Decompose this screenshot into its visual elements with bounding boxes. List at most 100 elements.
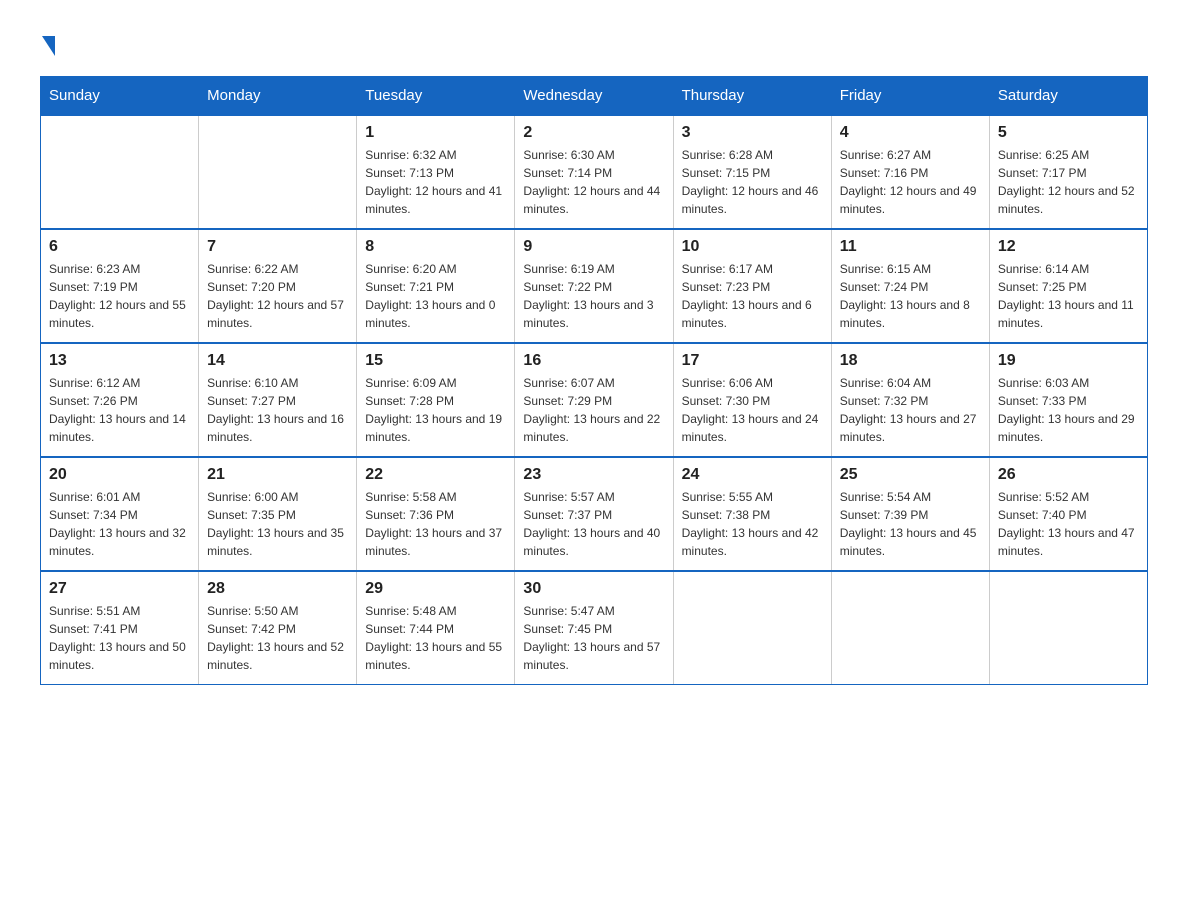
day-number: 22 xyxy=(365,466,506,484)
calendar-cell: 1 Sunrise: 6:32 AMSunset: 7:13 PMDaylight… xyxy=(357,115,515,229)
day-info: Sunrise: 6:03 AMSunset: 7:33 PMDaylight:… xyxy=(998,374,1139,446)
day-info: Sunrise: 6:09 AMSunset: 7:28 PMDaylight:… xyxy=(365,374,506,446)
day-info: Sunrise: 6:07 AMSunset: 7:29 PMDaylight:… xyxy=(523,374,664,446)
day-number: 9 xyxy=(523,238,664,256)
day-number: 30 xyxy=(523,580,664,598)
day-info: Sunrise: 6:19 AMSunset: 7:22 PMDaylight:… xyxy=(523,260,664,332)
calendar-cell: 19 Sunrise: 6:03 AMSunset: 7:33 PMDayligh… xyxy=(989,343,1147,457)
logo-triangle-icon xyxy=(42,36,55,56)
calendar-week-row: 27 Sunrise: 5:51 AMSunset: 7:41 PMDayligh… xyxy=(41,571,1148,685)
calendar-cell: 4 Sunrise: 6:27 AMSunset: 7:16 PMDaylight… xyxy=(831,115,989,229)
day-number: 26 xyxy=(998,466,1139,484)
calendar-cell: 24 Sunrise: 5:55 AMSunset: 7:38 PMDayligh… xyxy=(673,457,831,571)
calendar-week-row: 1 Sunrise: 6:32 AMSunset: 7:13 PMDaylight… xyxy=(41,115,1148,229)
day-number: 13 xyxy=(49,352,190,370)
calendar-week-row: 6Sunrise: 6:23 AMSunset: 7:19 PMDaylight… xyxy=(41,229,1148,343)
day-number: 28 xyxy=(207,580,348,598)
day-info: Sunrise: 5:58 AMSunset: 7:36 PMDaylight:… xyxy=(365,488,506,560)
day-info: Sunrise: 5:57 AMSunset: 7:37 PMDaylight:… xyxy=(523,488,664,560)
day-info: Sunrise: 6:01 AMSunset: 7:34 PMDaylight:… xyxy=(49,488,190,560)
day-info: Sunrise: 5:47 AMSunset: 7:45 PMDaylight:… xyxy=(523,602,664,674)
day-number: 11 xyxy=(840,238,981,256)
weekday-header-monday: Monday xyxy=(199,77,357,116)
day-info: Sunrise: 6:00 AMSunset: 7:35 PMDaylight:… xyxy=(207,488,348,560)
day-number: 10 xyxy=(682,238,823,256)
day-number: 16 xyxy=(523,352,664,370)
day-number: 5 xyxy=(998,124,1139,142)
day-number: 27 xyxy=(49,580,190,598)
calendar-table: SundayMondayTuesdayWednesdayThursdayFrid… xyxy=(40,76,1148,685)
calendar-cell: 26 Sunrise: 5:52 AMSunset: 7:40 PMDayligh… xyxy=(989,457,1147,571)
calendar-cell: 14Sunrise: 6:10 AMSunset: 7:27 PMDayligh… xyxy=(199,343,357,457)
calendar-cell: 8 Sunrise: 6:20 AMSunset: 7:21 PMDaylight… xyxy=(357,229,515,343)
calendar-cell: 2 Sunrise: 6:30 AMSunset: 7:14 PMDaylight… xyxy=(515,115,673,229)
day-number: 7 xyxy=(207,238,348,256)
day-info: Sunrise: 6:27 AMSunset: 7:16 PMDaylight:… xyxy=(840,146,981,218)
day-info: Sunrise: 5:54 AMSunset: 7:39 PMDaylight:… xyxy=(840,488,981,560)
day-number: 4 xyxy=(840,124,981,142)
day-info: Sunrise: 6:17 AMSunset: 7:23 PMDaylight:… xyxy=(682,260,823,332)
day-number: 2 xyxy=(523,124,664,142)
day-info: Sunrise: 5:52 AMSunset: 7:40 PMDaylight:… xyxy=(998,488,1139,560)
day-info: Sunrise: 5:50 AMSunset: 7:42 PMDaylight:… xyxy=(207,602,348,674)
calendar-cell: 17 Sunrise: 6:06 AMSunset: 7:30 PMDayligh… xyxy=(673,343,831,457)
weekday-header-friday: Friday xyxy=(831,77,989,116)
calendar-cell: 25 Sunrise: 5:54 AMSunset: 7:39 PMDayligh… xyxy=(831,457,989,571)
weekday-header-saturday: Saturday xyxy=(989,77,1147,116)
calendar-cell: 16 Sunrise: 6:07 AMSunset: 7:29 PMDayligh… xyxy=(515,343,673,457)
day-number: 3 xyxy=(682,124,823,142)
calendar-cell: 12Sunrise: 6:14 AMSunset: 7:25 PMDayligh… xyxy=(989,229,1147,343)
weekday-header-wednesday: Wednesday xyxy=(515,77,673,116)
calendar-cell: 7Sunrise: 6:22 AMSunset: 7:20 PMDaylight… xyxy=(199,229,357,343)
calendar-cell: 28 Sunrise: 5:50 AMSunset: 7:42 PMDayligh… xyxy=(199,571,357,685)
calendar-week-row: 20 Sunrise: 6:01 AMSunset: 7:34 PMDayligh… xyxy=(41,457,1148,571)
day-info: Sunrise: 5:51 AMSunset: 7:41 PMDaylight:… xyxy=(49,602,190,674)
calendar-week-row: 13 Sunrise: 6:12 AMSunset: 7:26 PMDayligh… xyxy=(41,343,1148,457)
calendar-cell: 3 Sunrise: 6:28 AMSunset: 7:15 PMDaylight… xyxy=(673,115,831,229)
calendar-cell: 10 Sunrise: 6:17 AMSunset: 7:23 PMDayligh… xyxy=(673,229,831,343)
calendar-cell xyxy=(831,571,989,685)
day-info: Sunrise: 6:04 AMSunset: 7:32 PMDaylight:… xyxy=(840,374,981,446)
calendar-cell xyxy=(989,571,1147,685)
calendar-cell: 23 Sunrise: 5:57 AMSunset: 7:37 PMDayligh… xyxy=(515,457,673,571)
day-info: Sunrise: 6:30 AMSunset: 7:14 PMDaylight:… xyxy=(523,146,664,218)
calendar-cell: 29 Sunrise: 5:48 AMSunset: 7:44 PMDayligh… xyxy=(357,571,515,685)
day-number: 20 xyxy=(49,466,190,484)
calendar-cell xyxy=(199,115,357,229)
calendar-cell: 6Sunrise: 6:23 AMSunset: 7:19 PMDaylight… xyxy=(41,229,199,343)
calendar-cell: 20 Sunrise: 6:01 AMSunset: 7:34 PMDayligh… xyxy=(41,457,199,571)
calendar-cell xyxy=(41,115,199,229)
logo xyxy=(40,30,55,56)
day-info: Sunrise: 6:28 AMSunset: 7:15 PMDaylight:… xyxy=(682,146,823,218)
day-info: Sunrise: 6:20 AMSunset: 7:21 PMDaylight:… xyxy=(365,260,506,332)
day-info: Sunrise: 6:14 AMSunset: 7:25 PMDaylight:… xyxy=(998,260,1139,332)
weekday-header-sunday: Sunday xyxy=(41,77,199,116)
day-number: 29 xyxy=(365,580,506,598)
day-number: 1 xyxy=(365,124,506,142)
day-info: Sunrise: 6:32 AMSunset: 7:13 PMDaylight:… xyxy=(365,146,506,218)
day-number: 24 xyxy=(682,466,823,484)
weekday-header-tuesday: Tuesday xyxy=(357,77,515,116)
day-info: Sunrise: 5:48 AMSunset: 7:44 PMDaylight:… xyxy=(365,602,506,674)
day-number: 14 xyxy=(207,352,348,370)
day-info: Sunrise: 6:15 AMSunset: 7:24 PMDaylight:… xyxy=(840,260,981,332)
calendar-cell: 18Sunrise: 6:04 AMSunset: 7:32 PMDayligh… xyxy=(831,343,989,457)
day-info: Sunrise: 6:25 AMSunset: 7:17 PMDaylight:… xyxy=(998,146,1139,218)
page-header xyxy=(40,30,1148,56)
weekday-header-thursday: Thursday xyxy=(673,77,831,116)
calendar-header-row: SundayMondayTuesdayWednesdayThursdayFrid… xyxy=(41,77,1148,116)
day-info: Sunrise: 5:55 AMSunset: 7:38 PMDaylight:… xyxy=(682,488,823,560)
day-number: 19 xyxy=(998,352,1139,370)
day-info: Sunrise: 6:06 AMSunset: 7:30 PMDaylight:… xyxy=(682,374,823,446)
day-number: 15 xyxy=(365,352,506,370)
day-number: 6 xyxy=(49,238,190,256)
day-number: 8 xyxy=(365,238,506,256)
calendar-cell: 9 Sunrise: 6:19 AMSunset: 7:22 PMDaylight… xyxy=(515,229,673,343)
day-info: Sunrise: 6:12 AMSunset: 7:26 PMDaylight:… xyxy=(49,374,190,446)
day-number: 17 xyxy=(682,352,823,370)
day-number: 25 xyxy=(840,466,981,484)
calendar-cell: 13 Sunrise: 6:12 AMSunset: 7:26 PMDayligh… xyxy=(41,343,199,457)
calendar-cell: 5 Sunrise: 6:25 AMSunset: 7:17 PMDaylight… xyxy=(989,115,1147,229)
calendar-cell xyxy=(673,571,831,685)
day-number: 23 xyxy=(523,466,664,484)
